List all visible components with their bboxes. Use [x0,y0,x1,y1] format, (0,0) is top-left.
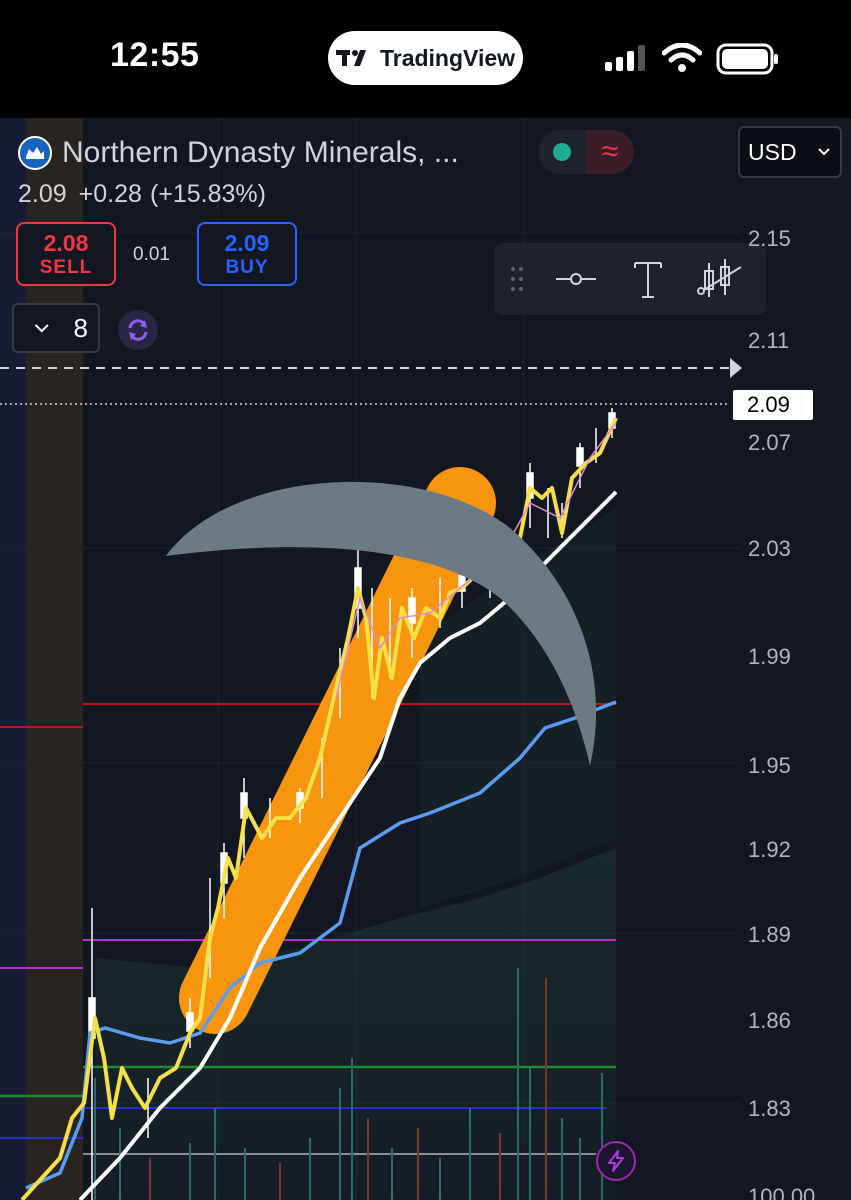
sell-label: SELL [39,256,93,278]
tradingview-logo-icon [335,50,366,66]
symbol-name[interactable]: Northern Dynasty Minerals, ... [62,136,459,170]
axis-label: 1.92 [748,837,791,862]
axis-label: 1.99 [748,644,791,669]
limit-arrow[interactable] [730,358,742,378]
lightning-button[interactable] [596,1141,636,1181]
indicators-toggle[interactable]: 8 [12,303,100,353]
currency-value: USD [748,138,797,165]
lightning-icon [608,1150,624,1172]
drawing-toolbar[interactable] [494,243,766,315]
buy-button[interactable]: 2.09 BUY [197,222,297,286]
app-pill[interactable]: TradingView [328,31,523,85]
sell-price: 2.08 [43,229,89,256]
price-change: +0.28 [78,180,142,208]
sell-button[interactable]: 2.08 SELL [16,222,116,286]
chevron-down-icon [34,324,49,333]
market-status-pills[interactable]: ≈ [538,130,634,174]
axis-label: 1.95 [748,753,791,778]
text-tool-button[interactable] [612,243,684,315]
price-summary: 2.09 +0.28 (+15.83%) [18,180,266,209]
drag-handle-icon [511,267,523,291]
buy-price: 2.09 [224,229,270,256]
currency-select[interactable]: USD [738,126,842,178]
axis-label: 2.15 [748,226,791,251]
refresh-button[interactable] [118,310,158,350]
refresh-icon [128,319,148,341]
price-change-pct: (+15.83%) [149,180,266,208]
chevron-down-icon [818,148,830,156]
candles-icon [697,259,742,297]
last-price: 2.09 [18,180,67,208]
ios-status-bar: 12:55 TradingView [0,0,851,118]
axis-label: 2.03 [748,536,791,561]
company-logo-icon [18,136,52,170]
buy-label: BUY [225,256,269,278]
axis-label: 1.89 [748,922,791,947]
chart-style-tool-button[interactable] [684,243,756,315]
horizontal-line-icon [556,273,596,285]
app-pill-label: TradingView [379,44,516,71]
text-icon [634,262,662,298]
market-open-dot-icon [553,143,571,161]
axis-label: 100.00 [748,1184,816,1200]
axis-label: 1.83 [748,1096,791,1121]
indicators-count: 8 [73,312,88,343]
symbol-header[interactable]: Northern Dynasty Minerals, ... [18,136,459,170]
status-time: 12:55 [110,36,200,74]
battery-icon [716,43,778,75]
wifi-icon [662,43,702,72]
axis-label: 1.86 [748,1008,791,1033]
market-open-indicator[interactable] [538,130,586,174]
current-price-tag: 2.09 [733,390,813,420]
drag-handle[interactable] [494,265,540,293]
cellular-signal-icon [605,45,645,71]
delayed-data-icon[interactable]: ≈ [586,130,634,174]
axis-label: 2.11 [748,328,790,353]
axis-label: 2.07 [748,430,791,455]
spread-value: 0.01 [133,244,170,265]
chart-area[interactable]: Northern Dynasty Minerals, ... ≈ USD 2.0… [0,118,851,1200]
horizontal-line-tool-button[interactable] [540,243,612,315]
